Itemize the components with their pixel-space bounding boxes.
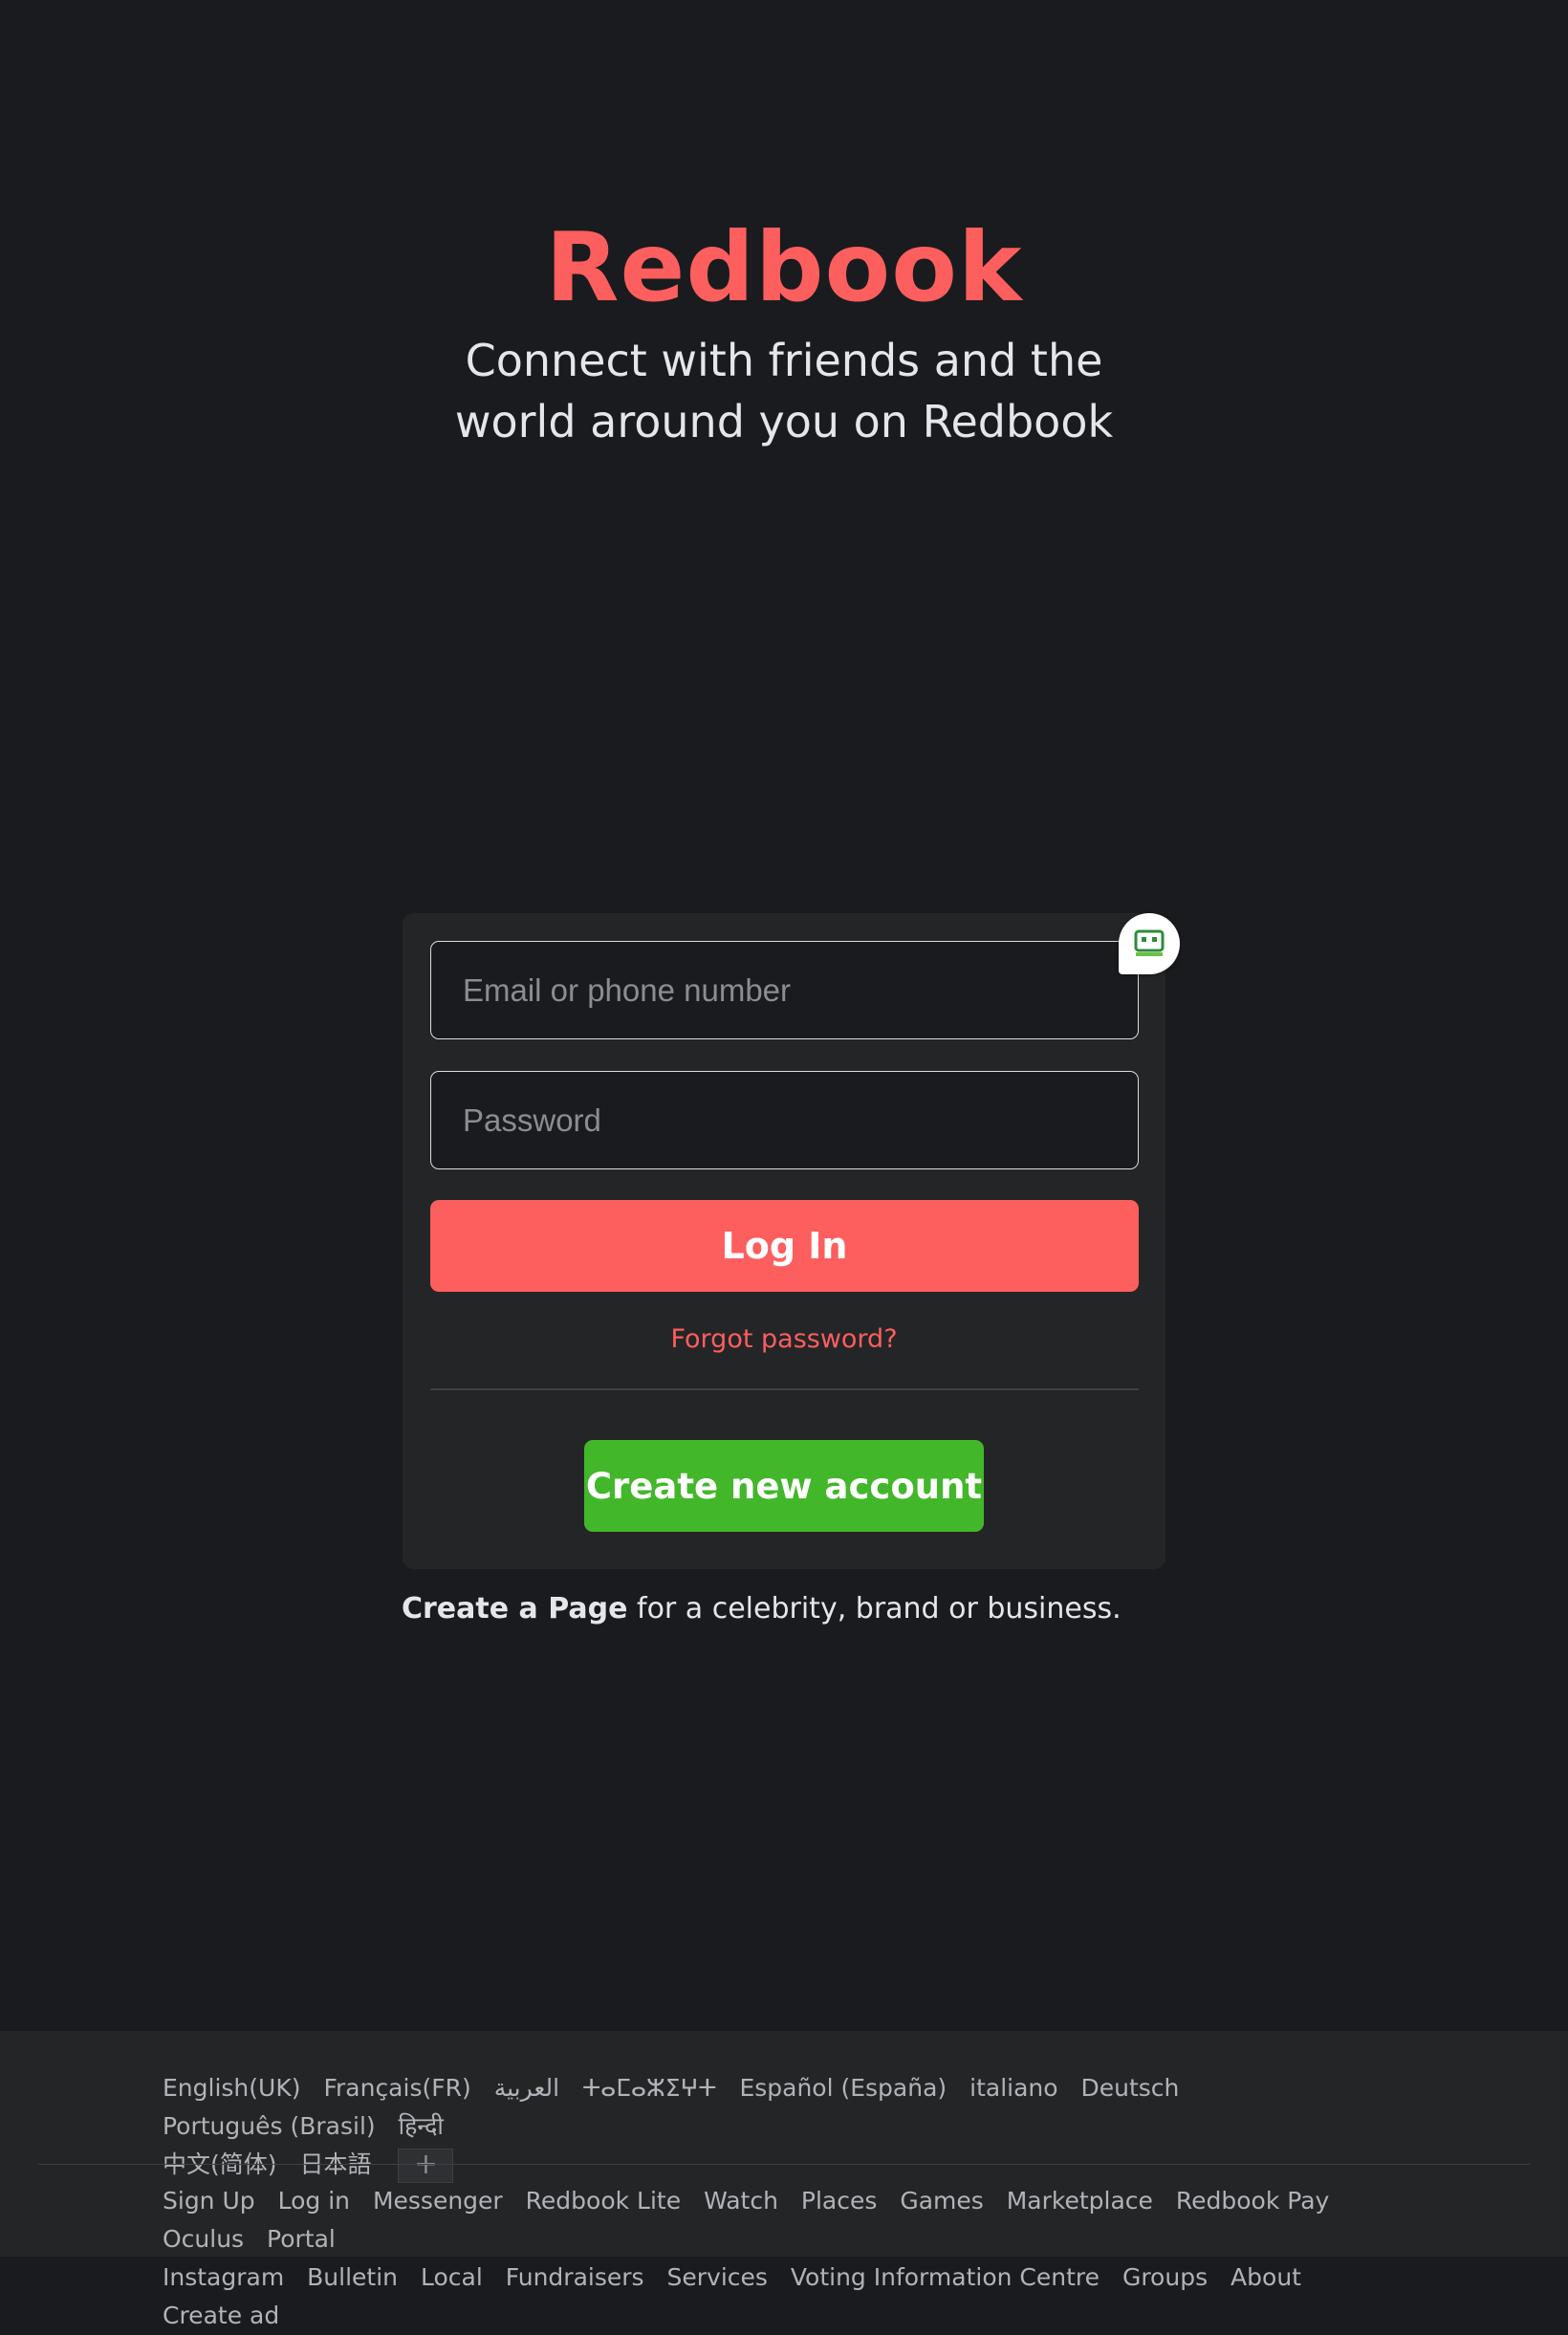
language-list: English(UK) Français(FR) العربية ⵜⴰⵎⴰⵣⵉⵖ… [163,2069,1405,2184]
language-link[interactable]: Português (Brasil) [163,2112,376,2140]
footer-link[interactable]: Redbook Lite [526,2187,681,2215]
footer-link[interactable]: Services [667,2263,768,2291]
footer-link[interactable]: Log in [278,2187,350,2215]
hero: Redbook Connect with friends and the wor… [0,206,1568,452]
footer-link[interactable]: Oculus [163,2225,244,2253]
language-link[interactable]: العربية [494,2074,559,2102]
footer-link[interactable]: Local [421,2263,483,2291]
footer-link[interactable]: Marketplace [1007,2187,1153,2215]
footer-link[interactable]: Groups [1122,2263,1208,2291]
language-link[interactable]: ⵜⴰⵎⴰⵣⵉⵖⵜ [582,2074,717,2102]
create-page-rest: for a celebrity, brand or business. [627,1592,1122,1626]
login-card: Email or phone number Password Log In Fo… [403,913,1180,1569]
footer-link[interactable]: Games [900,2187,983,2215]
footer-link[interactable]: Messenger [373,2187,503,2215]
footer-link[interactable]: Voting Information Centre [791,2263,1100,2291]
forgot-password-link[interactable]: Forgot password? [403,1324,1165,1354]
footer-link[interactable]: Instagram [163,2263,284,2291]
brand-logo: Redbook [545,211,1023,323]
add-language-button[interactable]: + [398,2149,454,2183]
create-account-button[interactable]: Create new account [584,1440,984,1532]
language-link[interactable]: Deutsch [1081,2074,1180,2102]
password-placeholder: Password [463,1102,601,1138]
footer-link[interactable]: Bulletin [307,2263,398,2291]
create-page-text: Create a Page for a celebrity, brand or … [402,1592,1122,1626]
language-link[interactable]: Español (España) [739,2074,947,2102]
footer-links: Sign Up Log in Messenger Redbook Lite Wa… [163,2182,1434,2335]
footer-divider [38,2164,1530,2165]
brand-tagline: Connect with friends and the world aroun… [454,335,1114,447]
footer-link[interactable]: Watch [704,2187,778,2215]
language-link[interactable]: English(UK) [163,2074,300,2102]
footer-link[interactable]: About [1230,2263,1301,2291]
footer-link[interactable]: Portal [267,2225,336,2253]
create-page-link[interactable]: Create a Page [402,1592,627,1626]
login-button[interactable]: Log In [430,1200,1139,1292]
password-field[interactable]: Password [430,1071,1139,1169]
footer-link[interactable]: Create ad [163,2302,279,2329]
footer-link[interactable]: Sign Up [163,2187,255,2215]
footer-link[interactable]: Fundraisers [506,2263,644,2291]
footer-link[interactable]: Places [801,2187,878,2215]
language-link[interactable]: italiano [969,2074,1057,2102]
language-link[interactable]: हिन्दी [399,2112,444,2140]
footer: English(UK) Français(FR) العربية ⵜⴰⵎⴰⵣⵉⵖ… [0,2031,1568,2329]
password-manager-icon[interactable] [1119,913,1180,974]
email-placeholder: Email or phone number [463,971,792,1008]
card-divider [430,1388,1139,1390]
email-field[interactable]: Email or phone number [430,941,1139,1039]
footer-link[interactable]: Redbook Pay [1176,2187,1329,2215]
robot-icon [1134,929,1165,956]
language-link[interactable]: Français(FR) [323,2074,470,2102]
